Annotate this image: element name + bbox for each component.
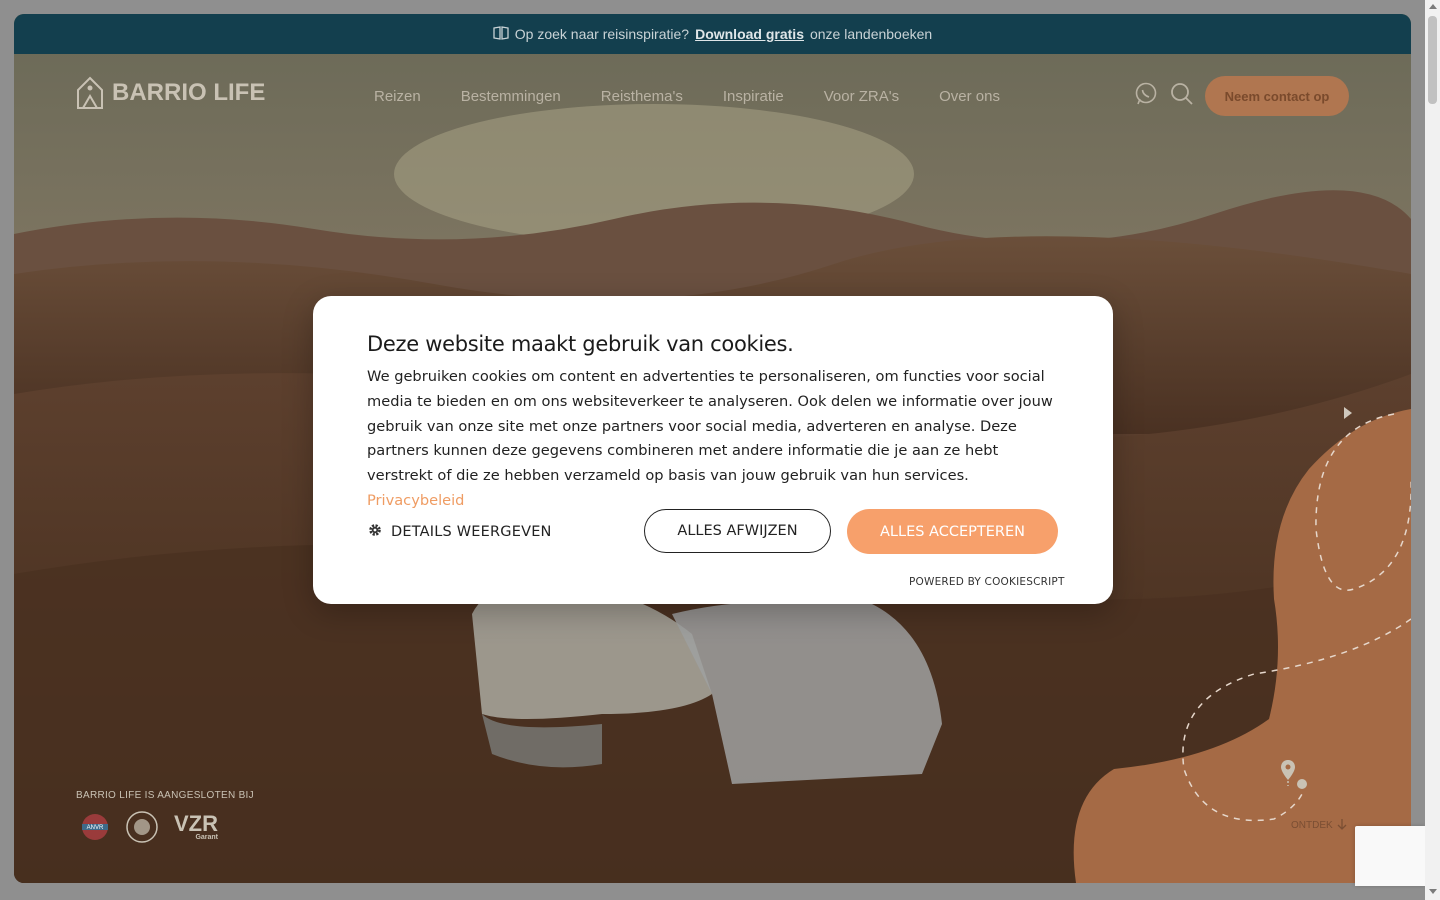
- reject-all-button[interactable]: ALLES AFWIJZEN: [644, 509, 831, 553]
- details-label: DETAILS WEERGEVEN: [391, 524, 552, 540]
- privacy-policy-link[interactable]: Privacybeleid: [367, 492, 464, 509]
- scrollbar-thumb[interactable]: [1428, 16, 1437, 104]
- scroll-down-arrow-icon[interactable]: [1429, 889, 1437, 894]
- scrollbar[interactable]: [1425, 0, 1440, 900]
- accept-all-button[interactable]: ALLES ACCEPTEREN: [847, 509, 1058, 554]
- cookie-title: Deze website maakt gebruik van cookies.: [367, 332, 794, 356]
- scroll-up-arrow-icon[interactable]: [1429, 4, 1437, 9]
- cookie-consent-dialog: Deze website maakt gebruik van cookies. …: [313, 296, 1113, 604]
- cookie-body-text: We gebruiken cookies om content en adver…: [367, 368, 1053, 485]
- powered-by-text[interactable]: POWERED BY COOKIESCRIPT: [909, 576, 1065, 588]
- details-toggle[interactable]: DETAILS WEERGEVEN: [367, 522, 552, 542]
- cookie-body: We gebruiken cookies om content en adver…: [367, 365, 1057, 514]
- gear-icon: [367, 522, 383, 542]
